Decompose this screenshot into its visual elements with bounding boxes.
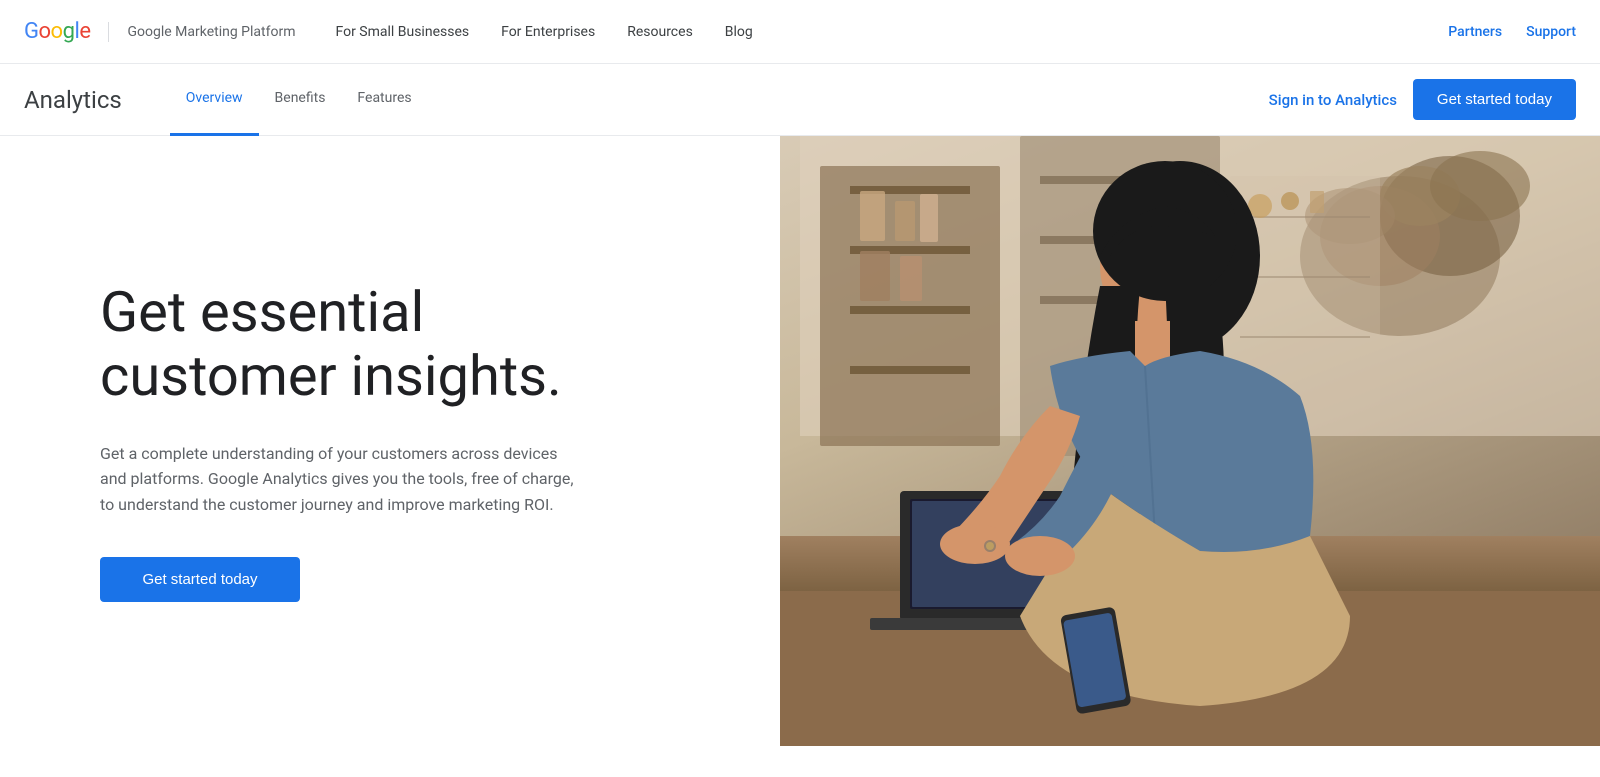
top-navigation: Google Google Marketing Platform For Sma…: [0, 0, 1600, 64]
analytics-title: Analytics: [24, 86, 122, 114]
nav-link-enterprises[interactable]: For Enterprises: [501, 24, 595, 40]
sign-in-analytics-link[interactable]: Sign in to Analytics: [1269, 91, 1397, 109]
nav-link-small-businesses[interactable]: For Small Businesses: [335, 24, 469, 40]
top-nav-right: Partners Support: [1448, 24, 1576, 40]
logo-separator: [108, 22, 109, 42]
secondary-navigation: Analytics Overview Benefits Features Sig…: [0, 64, 1600, 136]
google-logo: Google: [24, 19, 90, 44]
google-logo-link[interactable]: Google Google Marketing Platform: [24, 19, 295, 44]
top-nav-links: For Small Businesses For Enterprises Res…: [335, 24, 1448, 40]
support-link[interactable]: Support: [1526, 24, 1576, 40]
hero-title: Get essential customer insights.: [100, 280, 620, 409]
hero-description: Get a complete understanding of your cus…: [100, 441, 580, 518]
tab-benefits[interactable]: Benefits: [259, 64, 342, 136]
hero-content: Get essential customer insights. Get a c…: [0, 136, 780, 746]
tab-overview[interactable]: Overview: [170, 64, 259, 136]
secondary-nav-right: Sign in to Analytics Get started today: [1269, 79, 1576, 120]
secondary-nav-tabs: Overview Benefits Features: [170, 64, 1269, 136]
get-started-header-button[interactable]: Get started today: [1413, 79, 1576, 120]
nav-link-resources[interactable]: Resources: [627, 24, 693, 40]
tab-features[interactable]: Features: [341, 64, 427, 136]
hero-section: Get essential customer insights. Get a c…: [0, 136, 1600, 746]
partners-link[interactable]: Partners: [1448, 24, 1502, 40]
get-started-hero-button[interactable]: Get started today: [100, 557, 300, 602]
product-name: Google Marketing Platform: [127, 24, 295, 40]
nav-link-blog[interactable]: Blog: [725, 24, 753, 40]
